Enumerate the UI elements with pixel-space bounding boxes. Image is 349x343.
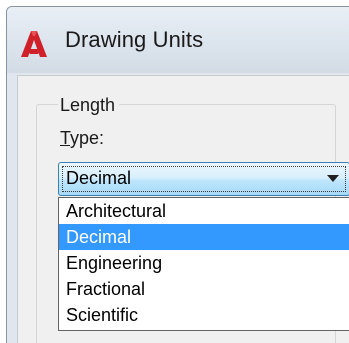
option-scientific[interactable]: Scientific [59,302,349,328]
drawing-units-dialog: Drawing Units Length Type: Decimal Archi… [6,6,349,343]
length-type-combobox[interactable]: Decimal [58,162,349,196]
screen: Drawing Units Length Type: Decimal Archi… [0,0,349,343]
length-type-dropdown-list: Architectural Decimal Engineering Fracti… [58,197,349,331]
type-label-mnemonic: T [60,128,71,148]
type-label-text: ype: [70,128,105,148]
option-architectural[interactable]: Architectural [59,198,349,224]
length-group-label: Length [58,95,120,116]
dialog-body: Length Type: Decimal Architectural Decim… [17,75,349,343]
length-type-selected-value: Decimal [66,168,132,188]
title-bar[interactable]: Drawing Units [7,7,349,73]
type-label: Type: [60,128,104,149]
option-decimal[interactable]: Decimal [59,224,349,250]
dialog-title: Drawing Units [65,27,204,52]
chevron-down-icon[interactable] [327,175,339,182]
autocad-logo-icon [21,31,47,57]
option-engineering[interactable]: Engineering [59,250,349,276]
option-fractional[interactable]: Fractional [59,276,349,302]
